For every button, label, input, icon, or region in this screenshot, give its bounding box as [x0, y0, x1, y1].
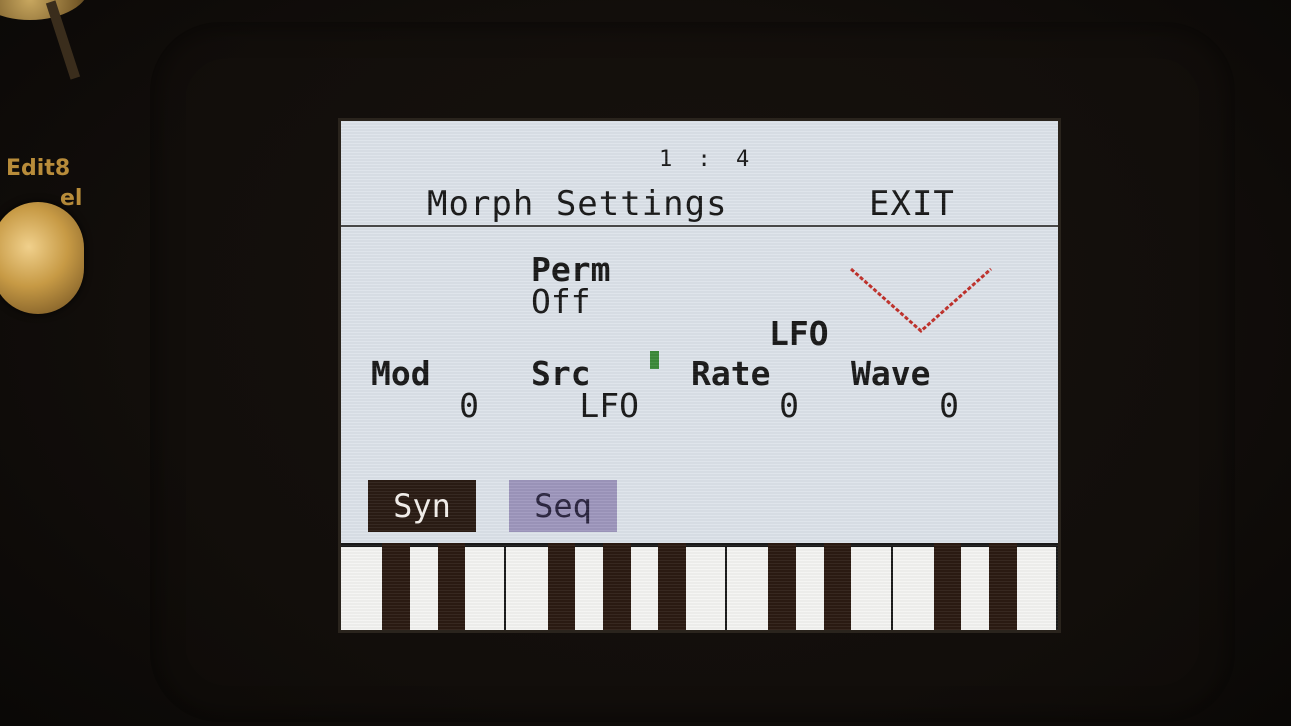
black-key[interactable]	[768, 543, 796, 630]
black-key[interactable]	[823, 543, 852, 630]
syn-button[interactable]: Syn	[368, 480, 476, 532]
edit-cursor	[650, 351, 659, 369]
wave-value[interactable]: 0	[851, 389, 959, 422]
triangle-wave-icon	[850, 267, 992, 334]
seq-button[interactable]: Seq	[509, 480, 617, 532]
page-title: Morph Settings	[427, 184, 728, 224]
device-panel: Edit8 el 1 : 4 Morph Settings EXIT Perm …	[0, 0, 1291, 726]
header-divider	[341, 225, 1058, 227]
black-key[interactable]	[602, 543, 631, 630]
rate-label: Rate	[691, 354, 771, 393]
edit8-knob[interactable]	[0, 202, 84, 314]
mod-label: Mod	[371, 354, 431, 393]
rate-value[interactable]: 0	[691, 389, 799, 422]
black-key[interactable]	[989, 543, 1017, 630]
edit8-knob-label: Edit8	[6, 156, 71, 181]
black-key[interactable]	[933, 543, 962, 630]
exit-button[interactable]: EXIT	[869, 187, 955, 221]
black-key[interactable]	[437, 543, 466, 630]
page-indicator: 1 : 4	[659, 147, 756, 172]
piano-keyboard	[341, 543, 1058, 630]
black-key[interactable]	[547, 543, 576, 630]
wave-label: Wave	[851, 354, 931, 393]
black-key[interactable]	[658, 543, 686, 630]
src-value[interactable]: LFO	[531, 389, 639, 422]
lcd-screen: 1 : 4 Morph Settings EXIT Perm Off LFO M…	[338, 118, 1061, 633]
mod-value[interactable]: 0	[371, 389, 479, 422]
perm-value[interactable]: Off	[531, 285, 591, 318]
edit8-knob-label-2: el	[60, 186, 83, 211]
black-key[interactable]	[382, 543, 410, 630]
lfo-section-label: LFO	[769, 314, 829, 353]
